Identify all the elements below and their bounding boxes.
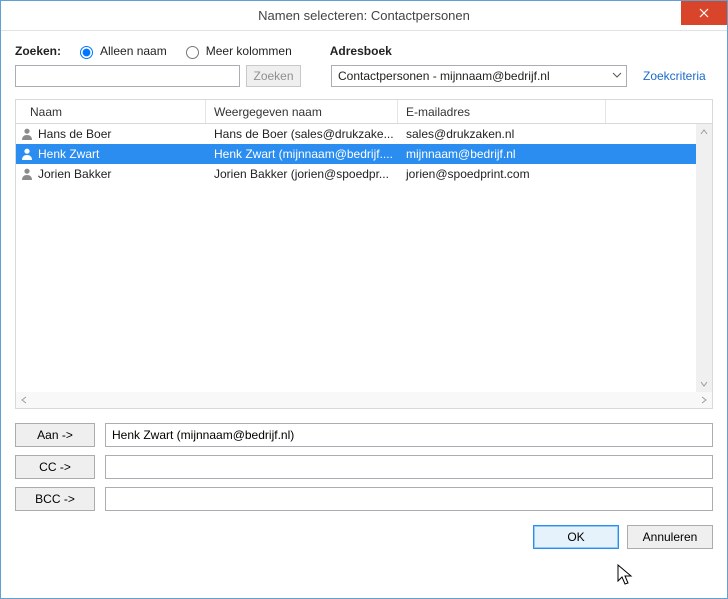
cell-name: Jorien Bakker [38, 167, 111, 181]
horizontal-scrollbar[interactable] [16, 392, 712, 408]
cell-display: Henk Zwart (mijnnaam@bedrijf.... [214, 147, 393, 161]
radio-name-only[interactable] [80, 46, 93, 59]
ok-button[interactable]: OK [533, 525, 619, 549]
vertical-scrollbar[interactable] [696, 124, 712, 392]
addressbook-label: Adresboek [330, 44, 392, 58]
close-button[interactable] [681, 1, 727, 25]
close-icon [699, 8, 709, 18]
bcc-button[interactable]: BCC -> [15, 487, 95, 511]
contact-list: Naam Weergegeven naam E-mailadres Hans d… [15, 99, 713, 409]
person-icon [20, 127, 34, 141]
window-title: Namen selecteren: Contactpersonen [258, 8, 470, 23]
radio-name-only-label[interactable]: Alleen naam [100, 44, 167, 58]
list-header: Naam Weergegeven naam E-mailadres [16, 100, 712, 124]
scroll-down-icon[interactable] [696, 376, 712, 392]
cc-field[interactable] [105, 455, 713, 479]
cancel-button[interactable]: Annuleren [627, 525, 713, 549]
column-header-email[interactable]: E-mailadres [398, 100, 606, 123]
cell-display: Hans de Boer (sales@drukzake... [214, 127, 394, 141]
cell-email: mijnnaam@bedrijf.nl [406, 147, 516, 161]
scroll-left-icon[interactable] [20, 396, 28, 404]
table-row[interactable]: Jorien Bakker Jorien Bakker (jorien@spoed… [16, 164, 696, 184]
cell-email: sales@drukzaken.nl [406, 127, 514, 141]
table-row[interactable]: Hans de Boer Hans de Boer (sales@drukzake… [16, 124, 696, 144]
person-icon [20, 167, 34, 181]
scroll-up-icon[interactable] [696, 124, 712, 140]
addressbook-select[interactable]: Contactpersonen - mijnnaam@bedrijf.nl [331, 65, 627, 87]
column-header-name[interactable]: Naam [16, 100, 206, 123]
chevron-down-icon [612, 69, 622, 81]
cell-name: Henk Zwart [38, 147, 99, 161]
search-input[interactable] [15, 65, 240, 87]
titlebar: Namen selecteren: Contactpersonen [1, 1, 727, 31]
table-row[interactable]: Henk Zwart Henk Zwart (mijnnaam@bedrijf..… [16, 144, 696, 164]
radio-more-columns-label[interactable]: Meer kolommen [206, 44, 292, 58]
search-label: Zoeken: [15, 44, 61, 58]
scroll-right-icon[interactable] [700, 396, 708, 404]
cell-name: Hans de Boer [38, 127, 111, 141]
cell-email: jorien@spoedprint.com [406, 167, 530, 181]
cc-button[interactable]: CC -> [15, 455, 95, 479]
search-criteria-link[interactable]: Zoekcriteria [643, 69, 706, 83]
to-button[interactable]: Aan -> [15, 423, 95, 447]
person-icon [20, 147, 34, 161]
bcc-field[interactable] [105, 487, 713, 511]
column-header-display[interactable]: Weergegeven naam [206, 100, 398, 123]
search-scope-radio-group: Alleen naam Meer kolommen [75, 43, 292, 59]
to-field[interactable] [105, 423, 713, 447]
search-button: Zoeken [246, 65, 301, 87]
radio-more-columns[interactable] [186, 46, 199, 59]
cell-display: Jorien Bakker (jorien@spoedpr... [214, 167, 389, 181]
column-header-spacer [606, 100, 712, 123]
addressbook-selected: Contactpersonen - mijnnaam@bedrijf.nl [338, 69, 550, 83]
